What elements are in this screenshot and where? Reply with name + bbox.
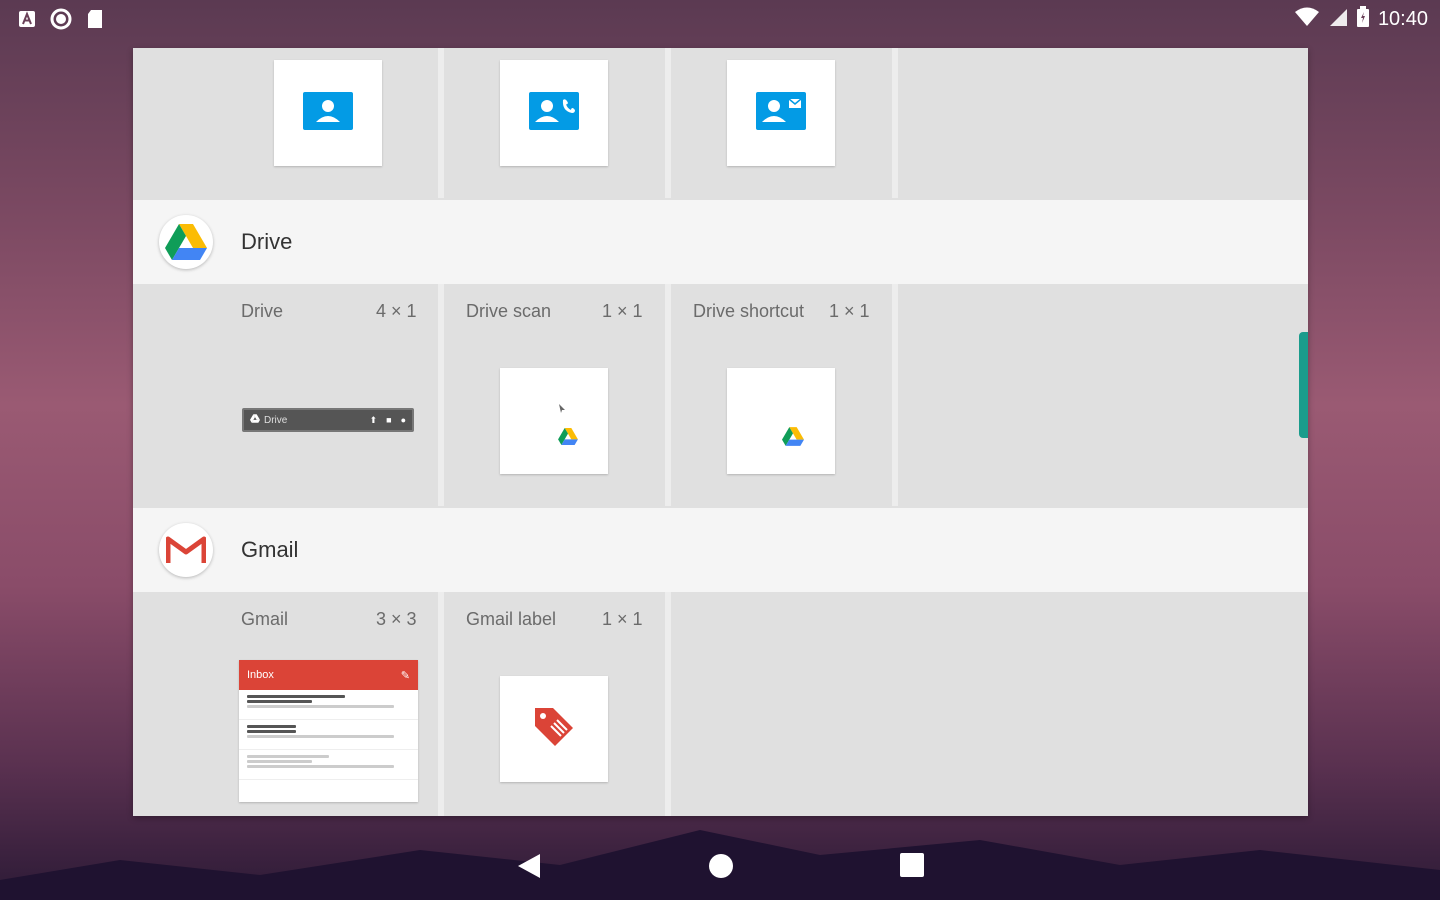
widget-size: 4 × 1 bbox=[376, 301, 417, 321]
drive-icon bbox=[250, 414, 260, 426]
gmail-label-preview[interactable] bbox=[500, 676, 608, 782]
scroll-indicator[interactable] bbox=[1299, 332, 1308, 438]
upload-icon: ⬆ bbox=[369, 414, 378, 425]
empty-cell bbox=[671, 592, 1308, 816]
battery-icon bbox=[1356, 6, 1370, 33]
contacts-widget-cell[interactable] bbox=[133, 48, 444, 198]
widget-label: Drive shortcut bbox=[693, 301, 805, 321]
contact-message-widget-preview[interactable] bbox=[727, 60, 835, 166]
widget-label: Gmail bbox=[241, 609, 289, 629]
gmail-preview-item bbox=[239, 720, 418, 750]
navigation-bar bbox=[0, 830, 1440, 900]
contact-call-widget-cell[interactable] bbox=[444, 48, 671, 198]
empty-cell bbox=[898, 284, 1308, 506]
label-tag-icon bbox=[529, 702, 579, 757]
scan-pointer-icon bbox=[558, 400, 566, 418]
drive-shortcut-preview[interactable] bbox=[727, 368, 835, 474]
drive-widget-cell[interactable]: Drive 4 × 1 Drive ⬆ ■ ● bbox=[133, 284, 444, 506]
drive-icon bbox=[558, 428, 578, 450]
gmail-widget-cell[interactable]: Gmail 3 × 3 Inbox ✎ bbox=[133, 592, 444, 816]
wifi-icon bbox=[1294, 7, 1320, 32]
empty-cell bbox=[898, 48, 1308, 198]
gmail-preview-item bbox=[239, 750, 418, 780]
gmail-preview-item bbox=[239, 690, 418, 720]
gmail-app-icon bbox=[159, 523, 213, 577]
drive-app-header: Drive bbox=[133, 200, 1308, 284]
circle-notification-icon bbox=[50, 8, 72, 35]
contact-widget-preview[interactable] bbox=[274, 60, 382, 166]
gmail-widget-row: Gmail 3 × 3 Inbox ✎ Gmail label 1 × 1 bbox=[133, 592, 1308, 816]
drive-scan-widget-cell[interactable]: Drive scan 1 × 1 bbox=[444, 284, 671, 506]
cell-signal-icon bbox=[1328, 7, 1348, 32]
gmail-label-widget-cell[interactable]: Gmail label 1 × 1 bbox=[444, 592, 671, 816]
contact-call-widget-preview[interactable] bbox=[500, 60, 608, 166]
widget-label: Drive bbox=[241, 301, 284, 321]
recents-button[interactable] bbox=[899, 852, 925, 883]
widget-picker-panel[interactable]: Drive Drive 4 × 1 Drive ⬆ ■ ● Drive scan… bbox=[133, 48, 1308, 816]
sd-card-icon bbox=[86, 9, 104, 34]
gmail-3x3-preview[interactable]: Inbox ✎ bbox=[239, 660, 418, 802]
drive-widget-row: Drive 4 × 1 Drive ⬆ ■ ● Drive scan 1 × 1 bbox=[133, 284, 1308, 506]
drive-shortcut-widget-cell[interactable]: Drive shortcut 1 × 1 bbox=[671, 284, 898, 506]
drive-4x1-preview[interactable]: Drive ⬆ ■ ● bbox=[242, 408, 414, 432]
widget-size: 3 × 3 bbox=[376, 609, 417, 629]
gmail-app-title: Gmail bbox=[241, 537, 299, 562]
camera-icon: ■ bbox=[386, 414, 392, 425]
status-bar: 10:40 bbox=[0, 0, 1440, 38]
add-icon: ● bbox=[400, 414, 406, 425]
drive-app-title: Drive bbox=[241, 229, 293, 254]
back-button[interactable] bbox=[516, 852, 542, 885]
drive-preview-label: Drive bbox=[264, 414, 288, 426]
widget-size: 1 × 1 bbox=[602, 609, 643, 629]
home-button[interactable] bbox=[707, 852, 735, 885]
contacts-widget-row bbox=[133, 48, 1308, 198]
a-notification-icon bbox=[18, 10, 36, 33]
widget-label: Gmail label bbox=[466, 609, 557, 629]
contact-card-icon bbox=[303, 91, 353, 135]
status-time: 10:40 bbox=[1377, 8, 1428, 30]
drive-app-icon bbox=[159, 215, 213, 269]
gmail-app-header: Gmail bbox=[133, 508, 1308, 592]
widget-label: Drive scan bbox=[466, 301, 552, 321]
drive-scan-preview[interactable] bbox=[500, 368, 608, 474]
contact-message-widget-cell[interactable] bbox=[671, 48, 898, 198]
gmail-preview-header: Inbox bbox=[247, 669, 274, 681]
drive-icon bbox=[782, 427, 804, 451]
contact-message-icon bbox=[756, 91, 806, 135]
widget-size: 1 × 1 bbox=[829, 301, 870, 321]
widget-size: 1 × 1 bbox=[602, 301, 643, 321]
contact-call-icon bbox=[529, 91, 579, 135]
compose-icon: ✎ bbox=[400, 669, 410, 682]
